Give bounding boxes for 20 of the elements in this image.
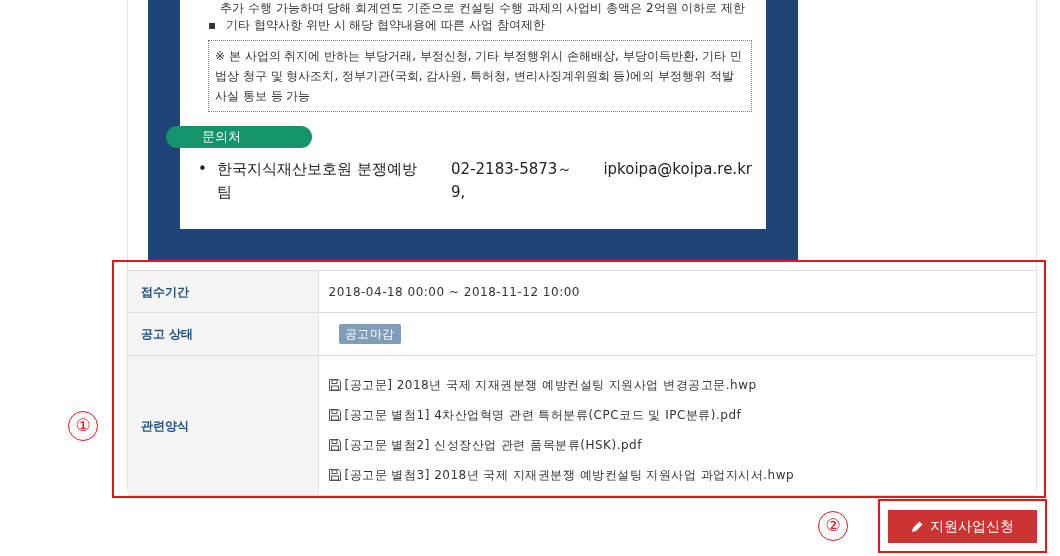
file-link[interactable]: [공고문] 2018년 국제 지재권분쟁 예방컨설팅 지원사업 변경공고문.hwp <box>344 376 757 394</box>
date-range: 2018-04-18 00:00 ~ 2018-11-12 10:00 <box>318 270 1036 313</box>
file-link[interactable]: [공고문 별첨3] 2018년 국제 지재권분쟁 예방컨설팅 지원사업 과업지시서.hwp <box>344 466 795 484</box>
poster-text: 추가 수행 가능하며 당해 회계연도 기준으로 컨설팅 수행 과제의 사업비 총액은 2억원 이하로 제한 <box>219 0 747 16</box>
row-label: 관련양식 <box>128 355 318 496</box>
file-link[interactable]: [공고문 별첨1] 4차산업혁명 관련 특허분류(CPC코드 및 IPC분류).pdf <box>344 406 742 424</box>
file-link[interactable]: [공고문 별첨2] 신성장산업 관련 품목분류(HSK).pdf <box>344 436 642 454</box>
poster-text: 기타 협약사항 위반 시 해당 협약내용에 따른 사업 참여제한 <box>226 17 545 34</box>
row-label: 공고 상태 <box>128 312 318 356</box>
row-label: 접수기간 <box>128 270 318 313</box>
notice-box: ※ 본 사업의 취지에 반하는 부당거래, 부정신청, 기타 부정행위시 손해배상, 부당이득반환, 기타 민법상 청구 및 형사조치, 정부기관(국회, 감사원, 특허청, 변리사징계위원회 등)에의 부정행위 적발사실 통보 등 가능 <box>208 40 752 112</box>
contact-email: ipkoipa@koipa.re.kr <box>603 159 752 180</box>
apply-button[interactable]: 지원사업신청 <box>888 510 1037 543</box>
pencil-icon <box>911 520 924 533</box>
bullet-marker: • <box>198 159 207 180</box>
status-badge: 공고마감 <box>338 324 401 344</box>
contact-organization: 한국지식재산보호원 분쟁예방팀 <box>216 159 418 203</box>
bullet-marker: ▪ <box>208 17 217 34</box>
contact-phone: 02-2183-5873～9, <box>451 159 574 203</box>
contact-heading: 문의처 <box>166 126 312 148</box>
